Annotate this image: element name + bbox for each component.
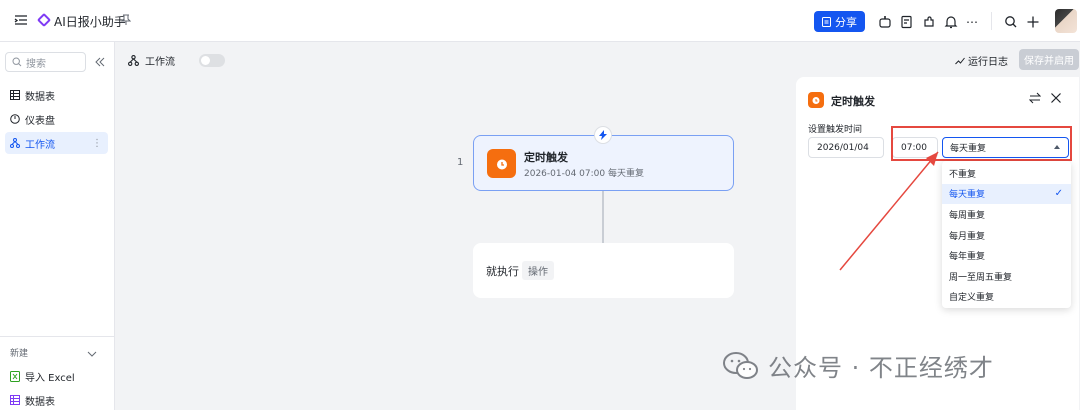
sidebar-item-workflow[interactable]: 工作流 ⋮ [5,132,108,154]
pin-icon[interactable] [121,14,131,26]
share-label: 分享 [835,15,857,29]
new-item-label: 导入 Excel [25,372,75,384]
import-excel-item[interactable]: 导入 Excel [5,365,108,387]
repeat-option[interactable]: 每周重复 [942,204,1071,225]
search-input[interactable]: 搜索 [5,52,86,72]
dashboard-icon [10,114,20,124]
table-icon [10,90,20,100]
sidebar: 搜索 数据表 仪表盘 工作流 ⋮ 新建 导入 Excel 数据表 [0,42,115,410]
close-icon[interactable] [1050,92,1062,107]
checkmark-icon: ✓ [1054,187,1063,199]
repeat-option-label: 每周重复 [949,210,986,221]
repeat-option-label: 不重复 [949,169,977,180]
repeat-option-label: 每月重复 [949,231,986,242]
more-vertical-icon[interactable]: ⋮ [92,138,102,149]
repeat-option[interactable]: 每月重复 [942,225,1071,246]
annotation-arrow [839,151,939,271]
sidebar-item-datatable[interactable]: 数据表 [5,84,108,106]
table-icon [10,395,20,405]
avatar[interactable] [1055,9,1077,33]
sidebar-toggle-icon[interactable] [14,13,28,27]
plugin-icon[interactable] [920,13,938,31]
repeat-option[interactable]: 不重复 [942,163,1071,184]
wechat-logo-icon [722,351,760,381]
watermark-text: 公众号 · 不正经绣才 [768,354,994,382]
trigger-title: 定时触发 [524,151,568,164]
share-doc-icon [822,16,831,27]
alarm-clock-icon [487,149,516,178]
trend-icon [955,57,965,64]
excel-icon [10,370,20,382]
sidebar-item-label: 数据表 [25,91,55,103]
search-placeholder: 搜索 [26,58,46,70]
divider [0,336,115,337]
workflow-icon [128,55,139,66]
flow-connector [602,191,604,243]
run-log-label: 运行日志 [968,57,1008,68]
divider [991,12,992,30]
lightning-icon [594,126,612,144]
new-datatable-item[interactable]: 数据表 [5,389,108,410]
repeat-option[interactable]: 周一至周五重复 [942,266,1071,287]
action-label: 就执行 [486,265,519,278]
panel-title: 定时触发 [831,95,875,108]
repeat-option-label: 自定义重复 [949,293,995,304]
workflow-header: 工作流 [128,53,225,68]
repeat-option[interactable]: 每年重复 [942,245,1071,266]
workflow-icon [10,138,20,148]
more-icon[interactable]: ⋯ [963,13,981,31]
repeat-option[interactable]: 自定义重复 [942,287,1071,308]
run-log-button[interactable]: 运行日志 [955,53,1008,68]
form-icon[interactable] [898,13,916,31]
enable-toggle[interactable] [199,54,225,67]
chevron-down-icon[interactable] [87,347,97,361]
top-bar: AI日报小助手 分享 ⋯ [0,0,1080,42]
action-tag[interactable]: 操作 [522,261,554,280]
repeat-dropdown: 不重复每天重复 ✓ 每周重复每月重复每年重复周一至周五重复 自定义重复 [942,161,1071,308]
search-icon[interactable] [1002,13,1020,31]
new-section-label: 新建 [10,349,29,359]
app-title[interactable]: AI日报小助手 [54,13,126,30]
new-item-label: 数据表 [25,396,55,408]
trigger-time-label: 设置触发时间 [808,125,863,135]
sidebar-item-label: 工作流 [25,139,55,151]
workflow-title: 工作流 [145,57,175,68]
collapse-sidebar-icon[interactable] [95,56,105,70]
sidebar-item-dashboard[interactable]: 仪表盘 [5,108,108,130]
add-icon[interactable] [1024,13,1042,31]
bell-icon[interactable] [942,13,960,31]
share-button[interactable]: 分享 [814,11,865,32]
repeat-option[interactable]: 每天重复 ✓ [942,183,1071,205]
search-icon [12,57,22,67]
repeat-option-label: 周一至周五重复 [949,272,1013,283]
alarm-clock-icon [808,92,824,108]
repeat-option-label: 每年重复 [949,252,986,263]
sidebar-item-label: 仪表盘 [25,115,55,127]
robot-icon[interactable] [876,13,894,31]
swap-icon[interactable] [1028,92,1042,107]
save-enable-button[interactable]: 保存并启用 [1019,49,1079,70]
trigger-subtitle: 2026-01-04 07:00 每天重复 [524,169,644,179]
watermark: 公众号 · 不正经绣才 [722,348,994,383]
app-logo-icon [37,13,51,27]
repeat-option-label: 每天重复 [949,190,986,201]
step-number: 1 [457,157,464,168]
action-node[interactable]: 就执行 操作 [473,243,734,298]
